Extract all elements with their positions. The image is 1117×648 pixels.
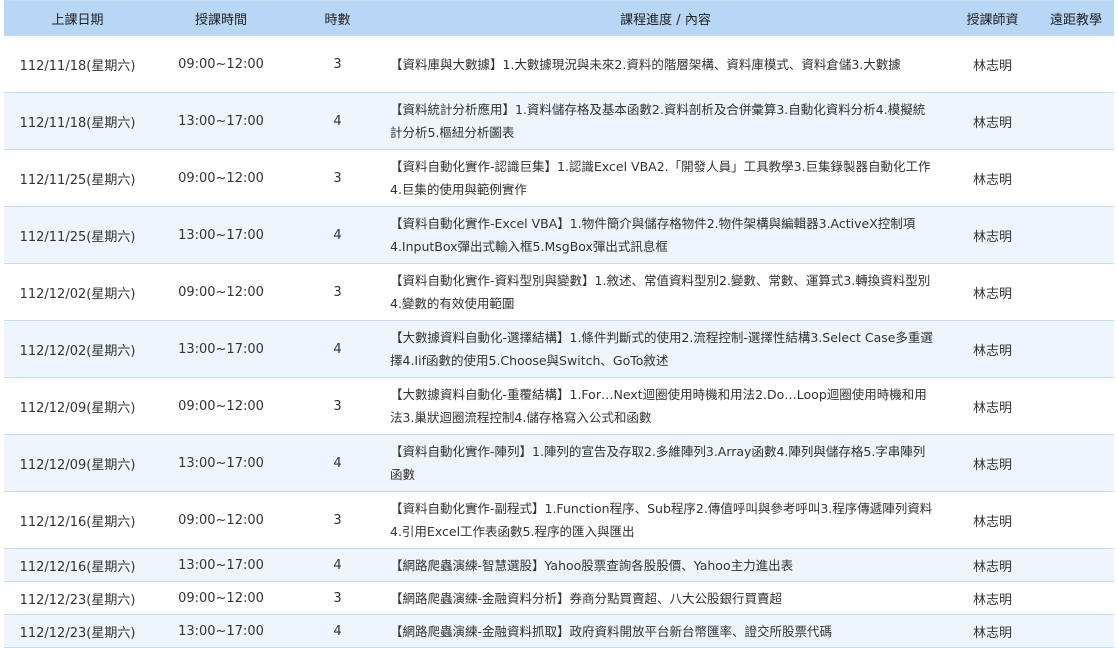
cell-time: 13:00~17:00 [151,320,291,378]
cell-remote [1038,548,1114,582]
cell-time: 13:00~17:00 [151,434,291,492]
cell-remote [1038,581,1114,615]
cell-teacher: 林志明 [947,206,1038,264]
table-row: 112/12/02(星期六) 13:00~17:00 4 【大數據資料自動化-選… [4,320,1114,378]
cell-remote [1038,263,1114,321]
cell-hours: 4 [291,206,384,264]
cell-content: 【資料自動化實作-陣列】1.陣列的宣告及存取2.多維陣列3.Array函數4.陣… [384,434,947,492]
header-content: 課程進度 / 內容 [384,0,947,36]
cell-time: 09:00~12:00 [151,491,291,549]
cell-hours: 3 [291,35,384,93]
cell-remote [1038,35,1114,93]
cell-time: 13:00~17:00 [151,548,291,582]
cell-content: 【資料自動化實作-Excel VBA】1.物件簡介與儲存格物件2.物件架構與編輯… [384,206,947,264]
cell-teacher: 林志明 [947,581,1038,615]
cell-content: 【資料庫與大數據】1.大數據現況與未來2.資料的階層架構、資料庫模式、資料倉儲3… [384,35,947,93]
table-row: 112/11/18(星期六) 09:00~12:00 3 【資料庫與大數據】1.… [4,35,1114,93]
table-row: 112/11/25(星期六) 13:00~17:00 4 【資料自動化實作-Ex… [4,206,1114,264]
cell-remote [1038,377,1114,435]
cell-teacher: 林志明 [947,614,1038,648]
cell-content: 【資料自動化實作-認識巨集】1.認識Excel VBA2.「開發人員」工具教學3… [384,149,947,207]
cell-hours: 4 [291,548,384,582]
cell-content: 【資料自動化實作-資料型別與變數】1.敘述、常值資料型別2.變數、常數、運算式3… [384,263,947,321]
cell-teacher: 林志明 [947,263,1038,321]
header-row: 上課日期 授課時間 時數 課程進度 / 內容 授課師資 遠距教學 [4,0,1114,36]
cell-time: 09:00~12:00 [151,263,291,321]
cell-date: 112/11/25(星期六) [4,149,151,207]
cell-time: 13:00~17:00 [151,206,291,264]
cell-teacher: 林志明 [947,377,1038,435]
cell-time: 13:00~17:00 [151,614,291,648]
table-row: 112/12/23(星期六) 13:00~17:00 4 【網路爬蟲演練-金融資… [4,614,1114,648]
cell-date: 112/12/16(星期六) [4,548,151,582]
cell-hours: 3 [291,263,384,321]
cell-date: 112/12/23(星期六) [4,614,151,648]
table-row: 112/12/16(星期六) 13:00~17:00 4 【網路爬蟲演練-智慧選… [4,548,1114,582]
cell-content: 【網路爬蟲演練-金融資料抓取】政府資料開放平台新台幣匯率、證交所股票代碼 [384,614,947,648]
cell-date: 112/11/25(星期六) [4,206,151,264]
cell-remote [1038,491,1114,549]
cell-date: 112/12/09(星期六) [4,377,151,435]
cell-hours: 3 [291,149,384,207]
cell-date: 112/11/18(星期六) [4,92,151,150]
cell-time: 09:00~12:00 [151,149,291,207]
cell-content: 【網路爬蟲演練-金融資料分析】券商分點買賣超、八大公股銀行買賣超 [384,581,947,615]
cell-date: 112/12/09(星期六) [4,434,151,492]
table-row: 112/11/25(星期六) 09:00~12:00 3 【資料自動化實作-認識… [4,149,1114,207]
course-schedule-table: 上課日期 授課時間 時數 課程進度 / 內容 授課師資 遠距教學 112/11/… [4,0,1114,648]
table-row: 112/12/02(星期六) 09:00~12:00 3 【資料自動化實作-資料… [4,263,1114,321]
table-header: 上課日期 授課時間 時數 課程進度 / 內容 授課師資 遠距教學 [4,0,1114,36]
cell-time: 09:00~12:00 [151,581,291,615]
cell-date: 112/12/02(星期六) [4,320,151,378]
header-teacher: 授課師資 [947,0,1038,36]
cell-hours: 4 [291,92,384,150]
cell-remote [1038,149,1114,207]
cell-teacher: 林志明 [947,149,1038,207]
cell-remote [1038,434,1114,492]
table-row: 112/12/16(星期六) 09:00~12:00 3 【資料自動化實作-副程… [4,491,1114,549]
cell-remote [1038,614,1114,648]
cell-hours: 4 [291,434,384,492]
table-row: 112/12/09(星期六) 09:00~12:00 3 【大數據資料自動化-重… [4,377,1114,435]
cell-remote [1038,320,1114,378]
cell-hours: 3 [291,491,384,549]
cell-date: 112/12/23(星期六) [4,581,151,615]
cell-content: 【網路爬蟲演練-智慧選股】Yahoo股票查詢各股股價、Yahoo主力進出表 [384,548,947,582]
cell-time: 09:00~12:00 [151,377,291,435]
cell-teacher: 林志明 [947,491,1038,549]
header-hours: 時數 [291,0,384,36]
cell-teacher: 林志明 [947,548,1038,582]
cell-remote [1038,206,1114,264]
header-date: 上課日期 [4,0,151,36]
cell-hours: 3 [291,377,384,435]
cell-content: 【大數據資料自動化-重覆結構】1.For…Next迴圈使用時機和用法2.Do…L… [384,377,947,435]
cell-time: 09:00~12:00 [151,35,291,93]
cell-teacher: 林志明 [947,320,1038,378]
cell-teacher: 林志明 [947,434,1038,492]
cell-hours: 3 [291,581,384,615]
cell-date: 112/11/18(星期六) [4,35,151,93]
header-time: 授課時間 [151,0,291,36]
table-row: 112/12/23(星期六) 09:00~12:00 3 【網路爬蟲演練-金融資… [4,581,1114,615]
cell-content: 【資料自動化實作-副程式】1.Function程序、Sub程序2.傳值呼叫與參考… [384,491,947,549]
header-remote: 遠距教學 [1038,0,1114,36]
table-row: 112/11/18(星期六) 13:00~17:00 4 【資料統計分析應用】1… [4,92,1114,150]
cell-date: 112/12/16(星期六) [4,491,151,549]
cell-time: 13:00~17:00 [151,92,291,150]
table-body: 112/11/18(星期六) 09:00~12:00 3 【資料庫與大數據】1.… [4,35,1114,648]
cell-content: 【資料統計分析應用】1.資料儲存格及基本函數2.資料剖析及合併彙算3.自動化資料… [384,92,947,150]
cell-remote [1038,92,1114,150]
cell-date: 112/12/02(星期六) [4,263,151,321]
cell-hours: 4 [291,614,384,648]
cell-teacher: 林志明 [947,35,1038,93]
cell-content: 【大數據資料自動化-選擇結構】1.條件判斷式的使用2.流程控制-選擇性結構3.S… [384,320,947,378]
cell-hours: 4 [291,320,384,378]
table-row: 112/12/09(星期六) 13:00~17:00 4 【資料自動化實作-陣列… [4,434,1114,492]
cell-teacher: 林志明 [947,92,1038,150]
